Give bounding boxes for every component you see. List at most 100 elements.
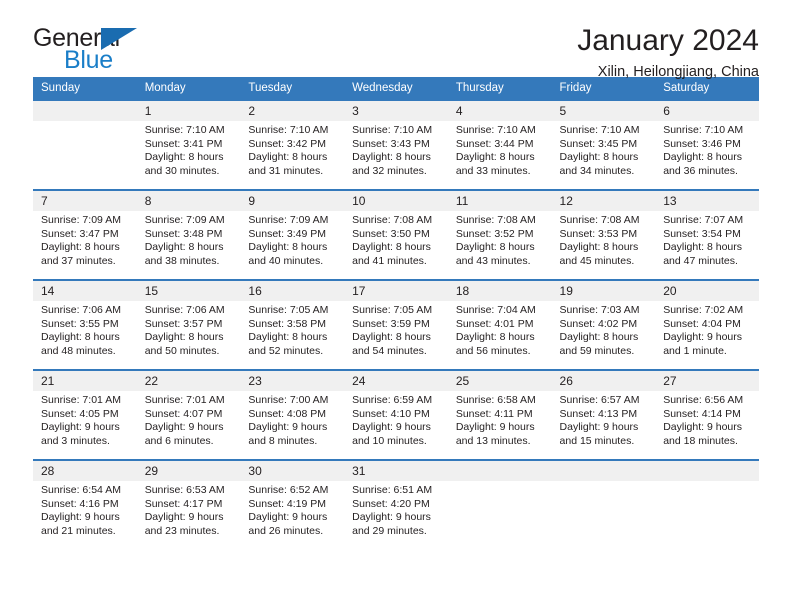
- daylight-duration-line1: Daylight: 9 hours: [352, 421, 431, 434]
- sunrise-time: Sunrise: 7:05 AM: [248, 304, 329, 316]
- daylight-duration-line2: and 30 minutes.: [144, 164, 220, 177]
- sunset-time: Sunset: 3:48 PM: [144, 227, 223, 240]
- daylight-duration-line2: and 18 minutes.: [663, 434, 738, 447]
- calendar-day-cell[interactable]: 15 Sunrise: 7:06 AM Sunset: 3:57 PM Dayligh…: [136, 281, 241, 369]
- calendar-day-cell[interactable]: 19 Sunrise: 7:03 AM Sunset: 4:02 PM Dayligh…: [551, 281, 656, 369]
- daylight-duration-line1: Daylight: 8 hours: [559, 151, 639, 164]
- calendar-day-cell[interactable]: 25 Sunrise: 6:58 AM Sunset: 4:11 PM Dayligh…: [447, 371, 552, 459]
- sunrise-time: Sunrise: 6:56 AM: [663, 394, 744, 406]
- day-sun-info: Sunrise: 7:00 AM Sunset: 4:08 PM Daylight:…: [240, 391, 344, 448]
- day-sun-info: Sunrise: 7:10 AM Sunset: 3:44 PM Daylight:…: [448, 121, 552, 178]
- calendar-day-cell[interactable]: 21 Sunrise: 7:01 AM Sunset: 4:05 PM Dayligh…: [33, 371, 137, 459]
- calendar-week-row: 21 Sunrise: 7:01 AM Sunset: 4:05 PM Dayligh…: [33, 371, 759, 459]
- calendar-day-cell[interactable]: 28 Sunrise: 6:54 AM Sunset: 4:16 PM Dayligh…: [33, 461, 137, 549]
- sunset-time: Sunset: 3:41 PM: [144, 137, 223, 150]
- daylight-duration-line1: Daylight: 8 hours: [455, 151, 535, 164]
- daylight-duration-line2: and 31 minutes.: [248, 164, 324, 177]
- day-sun-info: Sunrise: 7:01 AM Sunset: 4:07 PM Daylight:…: [137, 391, 241, 448]
- daylight-duration-line2: and 1 minute.: [663, 344, 727, 357]
- daylight-duration-line1: Daylight: 8 hours: [663, 241, 743, 254]
- day-sun-info: Sunrise: 7:08 AM Sunset: 3:53 PM Daylight:…: [552, 211, 656, 268]
- calendar-day-cell[interactable]: 22 Sunrise: 7:01 AM Sunset: 4:07 PM Dayligh…: [136, 371, 241, 459]
- calendar-day-cell[interactable]: 2 Sunrise: 7:10 AM Sunset: 3:42 PM Daylight…: [240, 101, 345, 189]
- calendar-day-cell[interactable]: 16 Sunrise: 7:05 AM Sunset: 3:58 PM Dayligh…: [240, 281, 345, 369]
- day-number: 25: [447, 371, 552, 391]
- daylight-duration-line1: Daylight: 9 hours: [248, 421, 328, 434]
- calendar-day-cell[interactable]: 11 Sunrise: 7:08 AM Sunset: 3:52 PM Dayligh…: [447, 191, 552, 279]
- daylight-duration-line2: and 48 minutes.: [41, 344, 116, 357]
- sunrise-time: Sunrise: 7:09 AM: [144, 214, 225, 226]
- calendar-day-cell[interactable]: 31 Sunrise: 6:51 AM Sunset: 4:20 PM Dayligh…: [344, 461, 448, 549]
- sunrise-sunset-calendar: Sunday Monday Tuesday Wednesday Thursday…: [33, 77, 759, 549]
- daylight-duration-line1: Daylight: 8 hours: [455, 241, 535, 254]
- sunrise-time: Sunrise: 7:10 AM: [248, 124, 329, 136]
- sunset-time: Sunset: 3:45 PM: [559, 137, 638, 150]
- daylight-duration-line1: Daylight: 8 hours: [248, 331, 328, 344]
- daylight-duration-line2: and 38 minutes.: [144, 254, 220, 267]
- day-sun-info: Sunrise: 7:07 AM Sunset: 3:54 PM Daylight:…: [655, 211, 759, 268]
- calendar-day-cell[interactable]: 7 Sunrise: 7:09 AM Sunset: 3:47 PM Daylight…: [33, 191, 137, 279]
- calendar-day-cell[interactable]: 12 Sunrise: 7:08 AM Sunset: 3:53 PM Dayligh…: [551, 191, 656, 279]
- calendar-day-cell[interactable]: 1 Sunrise: 7:10 AM Sunset: 3:41 PM Daylight…: [136, 101, 241, 189]
- calendar-day-cell[interactable]: 13 Sunrise: 7:07 AM Sunset: 3:54 PM Dayligh…: [655, 191, 759, 279]
- calendar-day-cell[interactable]: 9 Sunrise: 7:09 AM Sunset: 3:49 PM Daylight…: [240, 191, 345, 279]
- day-sun-info: Sunrise: 7:08 AM Sunset: 3:50 PM Daylight:…: [344, 211, 448, 268]
- calendar-day-cell[interactable]: 26 Sunrise: 6:57 AM Sunset: 4:13 PM Dayligh…: [551, 371, 656, 459]
- day-number: 11: [447, 191, 552, 211]
- page-header: General Blue January 2024 Xilin, Heilong…: [33, 0, 759, 80]
- day-number: 29: [136, 461, 241, 481]
- daylight-duration-line2: and 47 minutes.: [663, 254, 738, 267]
- daylight-duration-line2: and 8 minutes.: [248, 434, 318, 447]
- day-number: 23: [240, 371, 345, 391]
- sunset-time: Sunset: 4:14 PM: [663, 407, 741, 420]
- sunrise-time: Sunrise: 7:10 AM: [559, 124, 640, 136]
- calendar-day-cell[interactable]: 10 Sunrise: 7:08 AM Sunset: 3:50 PM Dayligh…: [344, 191, 448, 279]
- sunrise-time: Sunrise: 7:00 AM: [248, 394, 329, 406]
- calendar-day-cell[interactable]: 6 Sunrise: 7:10 AM Sunset: 3:46 PM Daylight…: [655, 101, 759, 189]
- daylight-duration-line1: Daylight: 9 hours: [248, 511, 328, 524]
- calendar-day-cell[interactable]: 8 Sunrise: 7:09 AM Sunset: 3:48 PM Daylight…: [136, 191, 241, 279]
- daylight-duration-line2: and 33 minutes.: [455, 164, 531, 177]
- daylight-duration-line2: and 34 minutes.: [559, 164, 635, 177]
- day-number: 9: [240, 191, 345, 211]
- calendar-day-cell[interactable]: 20 Sunrise: 7:02 AM Sunset: 4:04 PM Dayligh…: [655, 281, 759, 369]
- sunset-time: Sunset: 3:47 PM: [41, 227, 119, 240]
- sunset-time: Sunset: 4:10 PM: [352, 407, 430, 420]
- day-number: 31: [344, 461, 448, 481]
- sunset-time: Sunset: 3:53 PM: [559, 227, 638, 240]
- day-number: 28: [33, 461, 137, 481]
- sunrise-time: Sunrise: 6:51 AM: [352, 484, 433, 496]
- sunset-time: Sunset: 4:07 PM: [144, 407, 223, 420]
- day-number: 21: [33, 371, 137, 391]
- day-sun-info: [448, 481, 552, 484]
- sunrise-time: Sunrise: 7:03 AM: [559, 304, 640, 316]
- daylight-duration-line2: and 3 minutes.: [41, 434, 110, 447]
- calendar-empty-cell: [33, 101, 137, 189]
- sunset-time: Sunset: 4:17 PM: [144, 497, 223, 510]
- calendar-day-cell[interactable]: 14 Sunrise: 7:06 AM Sunset: 3:55 PM Dayligh…: [33, 281, 137, 369]
- sunrise-time: Sunrise: 6:54 AM: [41, 484, 121, 496]
- calendar-day-cell[interactable]: 5 Sunrise: 7:10 AM Sunset: 3:45 PM Daylight…: [551, 101, 656, 189]
- daylight-duration-line1: Daylight: 9 hours: [41, 421, 120, 434]
- sunset-time: Sunset: 4:13 PM: [559, 407, 638, 420]
- daylight-duration-line2: and 13 minutes.: [455, 434, 531, 447]
- calendar-day-cell[interactable]: 24 Sunrise: 6:59 AM Sunset: 4:10 PM Dayligh…: [344, 371, 448, 459]
- daylight-duration-line2: and 43 minutes.: [455, 254, 531, 267]
- daylight-duration-line1: Daylight: 8 hours: [41, 241, 120, 254]
- calendar-day-cell[interactable]: 3 Sunrise: 7:10 AM Sunset: 3:43 PM Daylight…: [344, 101, 448, 189]
- calendar-day-cell[interactable]: 29 Sunrise: 6:53 AM Sunset: 4:17 PM Dayligh…: [136, 461, 241, 549]
- daylight-duration-line2: and 6 minutes.: [144, 434, 214, 447]
- calendar-week-row: 7 Sunrise: 7:09 AM Sunset: 3:47 PM Daylight…: [33, 191, 759, 279]
- calendar-day-cell[interactable]: 17 Sunrise: 7:05 AM Sunset: 3:59 PM Dayligh…: [344, 281, 448, 369]
- page-title: January 2024: [577, 24, 759, 57]
- calendar-empty-cell: [551, 461, 656, 549]
- calendar-day-cell[interactable]: 27 Sunrise: 6:56 AM Sunset: 4:14 PM Dayligh…: [655, 371, 759, 459]
- calendar-day-cell[interactable]: 30 Sunrise: 6:52 AM Sunset: 4:19 PM Dayligh…: [240, 461, 345, 549]
- calendar-day-cell[interactable]: 23 Sunrise: 7:00 AM Sunset: 4:08 PM Dayligh…: [240, 371, 345, 459]
- sunset-time: Sunset: 4:08 PM: [248, 407, 327, 420]
- day-sun-info: Sunrise: 7:09 AM Sunset: 3:48 PM Daylight:…: [137, 211, 241, 268]
- calendar-day-cell[interactable]: 18 Sunrise: 7:04 AM Sunset: 4:01 PM Dayligh…: [447, 281, 552, 369]
- logo-text-blue: Blue: [64, 46, 113, 74]
- calendar-day-cell[interactable]: 4 Sunrise: 7:10 AM Sunset: 3:44 PM Daylight…: [447, 101, 552, 189]
- day-sun-info: Sunrise: 7:05 AM Sunset: 3:59 PM Daylight:…: [344, 301, 448, 358]
